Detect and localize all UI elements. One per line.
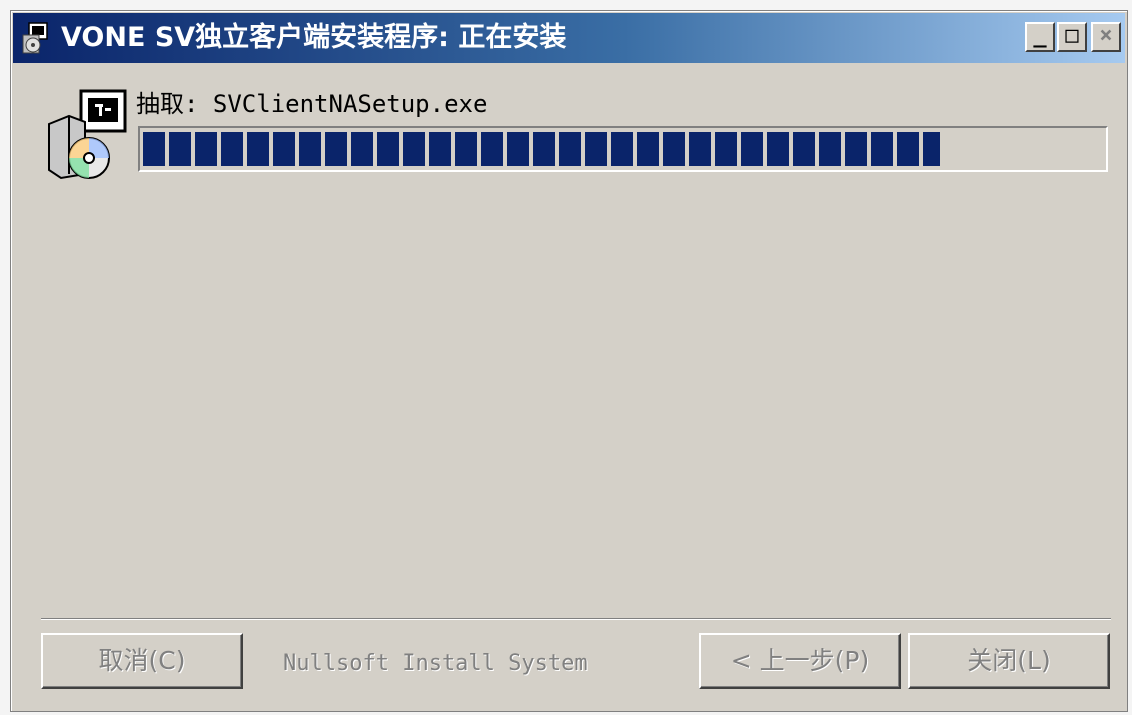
installer-window: VONE SV独立客户端安装程序: 正在安装 _ □ × 抽取: SVClien…	[10, 10, 1128, 712]
progress-bar	[138, 126, 1108, 172]
minimize-icon: _	[1033, 23, 1047, 48]
back-button[interactable]: < 上一步(P)	[699, 633, 901, 689]
cancel-button[interactable]: 取消(C)	[41, 633, 243, 689]
setup-package-icon	[48, 89, 127, 180]
minimize-button[interactable]: _	[1025, 22, 1055, 52]
title-bar[interactable]: VONE SV独立客户端安装程序: 正在安装 _ □ ×	[13, 13, 1125, 63]
maximize-button[interactable]: □	[1057, 22, 1087, 52]
close-icon: ×	[1099, 23, 1113, 48]
close-button[interactable]: 关闭(L)	[908, 633, 1110, 689]
window-title: VONE SV独立客户端安装程序: 正在安装	[61, 22, 567, 53]
status-text: 抽取: SVClientNASetup.exe	[136, 90, 488, 118]
close-window-button[interactable]: ×	[1091, 22, 1121, 52]
installer-icon	[22, 22, 48, 54]
footer-separator	[41, 618, 1111, 620]
maximize-icon: □	[1065, 23, 1079, 48]
progress-fill	[143, 132, 940, 166]
branding-text: Nullsoft Install System	[283, 651, 588, 676]
